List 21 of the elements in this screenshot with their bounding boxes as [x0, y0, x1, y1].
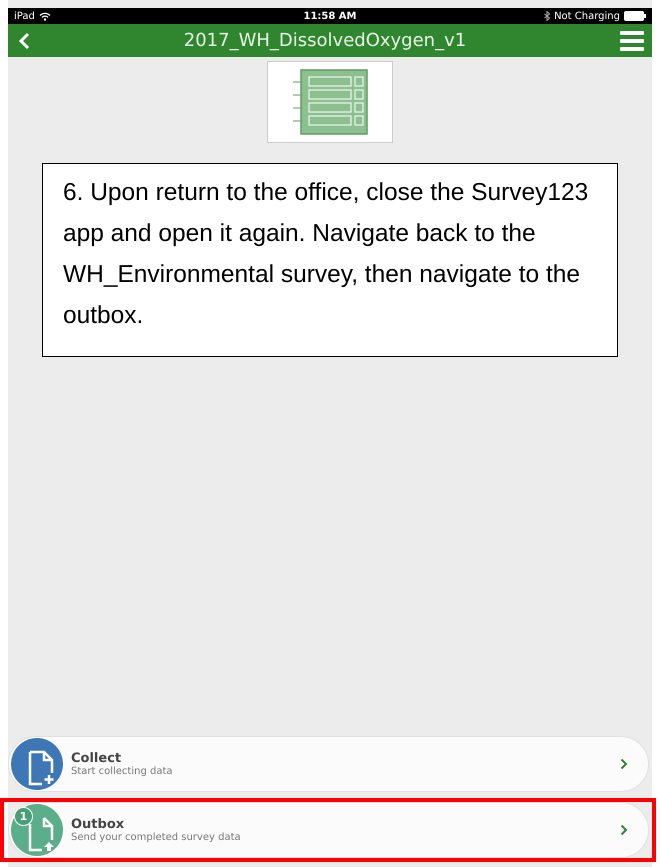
action-card[interactable]: Collect Start collecting data: [8, 736, 649, 792]
action-subtitle: Send your completed survey data: [71, 832, 241, 843]
action-title: Outbox: [71, 817, 124, 832]
chevron-right-icon: [620, 824, 628, 836]
document-upload-icon: [27, 816, 57, 852]
action-subtitle: Start collecting data: [71, 766, 173, 777]
form-checklist-icon: [291, 69, 369, 135]
battery-status: Not Charging: [554, 10, 620, 22]
battery-icon: [624, 11, 646, 21]
device-name: iPad: [14, 10, 35, 22]
chevron-right-icon: [620, 758, 628, 770]
bluetooth-icon: [544, 11, 550, 21]
menu-icon[interactable]: [620, 30, 644, 50]
status-time: 11:58 AM: [303, 10, 356, 22]
survey-title: 2017_WH_DissolvedOxygen_v1: [182, 30, 468, 51]
back-icon[interactable]: [18, 32, 30, 50]
action-card[interactable]: 1 Outbox Send your completed survey data: [8, 802, 649, 858]
instruction-callout: 6. Upon return to the office, close the Survey123 app and open it again. Navigate back to the WH_Environmental survey, then navigate to the outbox.: [42, 163, 618, 357]
count-badge: 1: [14, 807, 33, 826]
wifi-icon: [38, 12, 51, 20]
action-title: Collect: [71, 751, 122, 766]
